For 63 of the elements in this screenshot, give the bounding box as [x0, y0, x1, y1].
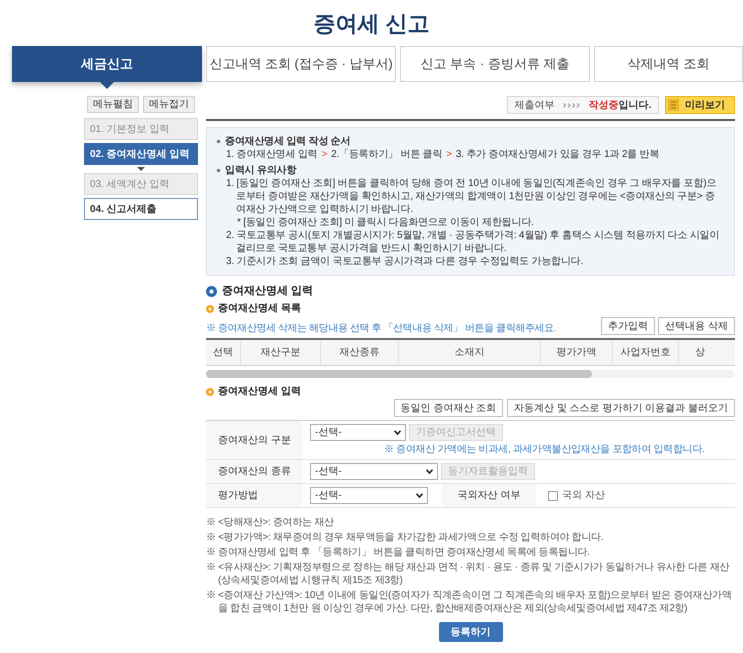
guide-item-text: 3. 기준시가 조회 금액이 국토교통부 공시가격과 다른 경우 수정입력도 가능합니다.: [225, 255, 584, 268]
dropdown[interactable]: -선택-: [310, 424, 406, 441]
column-header: 소재지: [398, 340, 540, 365]
tab[interactable]: 세금신고: [12, 46, 202, 82]
field-label: 평가방법: [206, 484, 302, 507]
column-header: 상: [678, 340, 735, 365]
field-label: 증여재산의 종류: [206, 460, 302, 483]
pointer-icon: [100, 82, 114, 89]
bullet-icon: [217, 169, 220, 172]
list-icon: [668, 99, 679, 111]
add-input-button[interactable]: 추가입력: [601, 317, 656, 335]
subsection-title: 증여재산명세 목록: [218, 302, 301, 315]
menu-button[interactable]: 메뉴펼침: [87, 96, 139, 113]
circle-bullet-icon: [206, 304, 214, 312]
sidebar-item[interactable]: 04. 신고서제출: [84, 198, 198, 220]
guide-heading: 입력시 유의사항: [225, 164, 296, 177]
section-title: 증여재산명세 입력: [222, 284, 314, 298]
preview-button[interactable]: 미리보기: [665, 96, 735, 114]
status-label: 제출여부: [514, 98, 555, 112]
footnote-text: ※ <증여재산 가산액>: 10년 이내에 동일인(증여자가 직계존속이면 그 직계존속의 배우자 포함)으로부터 받은 증여재산가액을 합친 금액이 1천만 원 이상인 경우에 가산. 다만, 합산배제증여재산은 제외(상속세및증여세법 제47조 제2항): [206, 589, 732, 615]
register-button[interactable]: 등록하기: [438, 622, 502, 642]
bullet-icon: [217, 140, 220, 143]
guide-item-text: 2. 국토교통부 공시(토지 개별공시지가: 5월말, 개별 · 공동주택가격: 4월말) 후 홈택스 시스템 적용까지 다소 시일이 걸리므로 국토교통부 공시가격을 반드시 확인하시기 바랍니다.: [225, 229, 720, 255]
footnote-text: ※ <당해재산>: 증여하는 재산: [206, 516, 335, 529]
footnote-text: ※ <유사재산>: 기획재정부령으로 정하는 해당 재산과 면적 · 위치 · 용도 · 종류 및 기준시가가 동일하거나 유사한 다른 재산(상속세및증여세법 시행규칙 제15조 제3항): [206, 561, 730, 587]
lookup-button[interactable]: 동일인 증여재산 조회: [394, 399, 504, 417]
column-header: 선택: [212, 346, 234, 360]
delete-selected-button[interactable]: 선택내용 삭제: [658, 317, 735, 335]
field-note-text: ※ 증여재산 가액에는 비과세, 과세가액불산입재산을 포함하여 입력합니다.: [383, 443, 706, 456]
chevrons-icon: [562, 102, 581, 108]
delete-note-text: ※ 증여재산명세 삭제는 해당내용 선택 후 「선택내용 삭제」 버튼을 클릭해주세요.: [206, 322, 556, 335]
guide-item-text: 1. [동일인 증여재산 조회] 버튼을 클릭하여 당해 증여 전 10년 이내에 동일인(직계존속인 경우 그 배우자를 포함)으로부터 증여받은 재산가액을 확인하시고, 재산가액의 합계액이 1천만원 이상인 경우에는 <증여재산의 구분> 증여재산 가산액으로 입력하시기 바랍니다.: [225, 177, 718, 216]
tab[interactable]: 삭제내역 조회: [594, 46, 743, 82]
guide-steps-text: 1. 증여재산명세 입력 > 2.「등록하기」 버튼 클릭 > 3. 추가 증여재산명세가 있을 경우 1과 2를 반복: [225, 148, 660, 161]
dropdown[interactable]: -선택-: [310, 487, 428, 504]
tab[interactable]: 신고내역 조회 (접수증 · 납부서): [206, 46, 396, 82]
guide-heading: 증여재산명세 입력 작성 순서: [225, 135, 350, 148]
status-text: 작성중입니다.: [588, 98, 652, 112]
column-header: 재산구분: [240, 340, 320, 365]
load-results-button[interactable]: 자동계산 및 스스로 평가하기 이용결과 불러오기: [507, 399, 735, 417]
sidebar-item[interactable]: 02. 증여재산명세 입력: [84, 143, 198, 165]
column-header: 사업자번호: [612, 340, 678, 365]
arrow-down-icon: [137, 167, 145, 171]
subsection-title: 증여재산명세 입력: [218, 385, 301, 398]
scrollbar-thumb[interactable]: [206, 370, 592, 378]
footnote-text: ※ <평가가액>: 채무증여의 경우 채무액등을 차가감한 과세가액으로 수정 입력하여야 합니다.: [206, 531, 604, 544]
circle-bullet-icon: [206, 286, 217, 296]
column-header: 재산종류: [320, 340, 398, 365]
checkbox-label: 국외 자산: [562, 489, 605, 503]
chevron-down-icon: [394, 430, 401, 435]
chevron-down-icon: [416, 493, 423, 498]
menu-button[interactable]: 메뉴접기: [143, 96, 195, 113]
field-label: 증여재산의 구분: [206, 421, 302, 459]
footnote-text: ※ 증여재산명세 입력 후 「등록하기」 버튼을 클릭하면 증여재산명세 목록에 등록됩니다.: [206, 546, 591, 559]
column-header: 평가가액: [540, 340, 612, 365]
checkbox[interactable]: [548, 490, 558, 500]
circle-bullet-icon: [206, 388, 214, 396]
field-label: 국외자산 여부: [442, 484, 536, 507]
guide-note-text: * [동일인 증여재산 조회] 미 클릭시 다음화면으로 이동이 제한됩니다.: [236, 216, 535, 229]
page-title: 증여세 신고: [313, 10, 430, 38]
chevron-down-icon: [426, 469, 433, 474]
tab[interactable]: 신고 부속 · 증빙서류 제출: [400, 46, 590, 82]
dropdown[interactable]: -선택-: [310, 463, 438, 480]
